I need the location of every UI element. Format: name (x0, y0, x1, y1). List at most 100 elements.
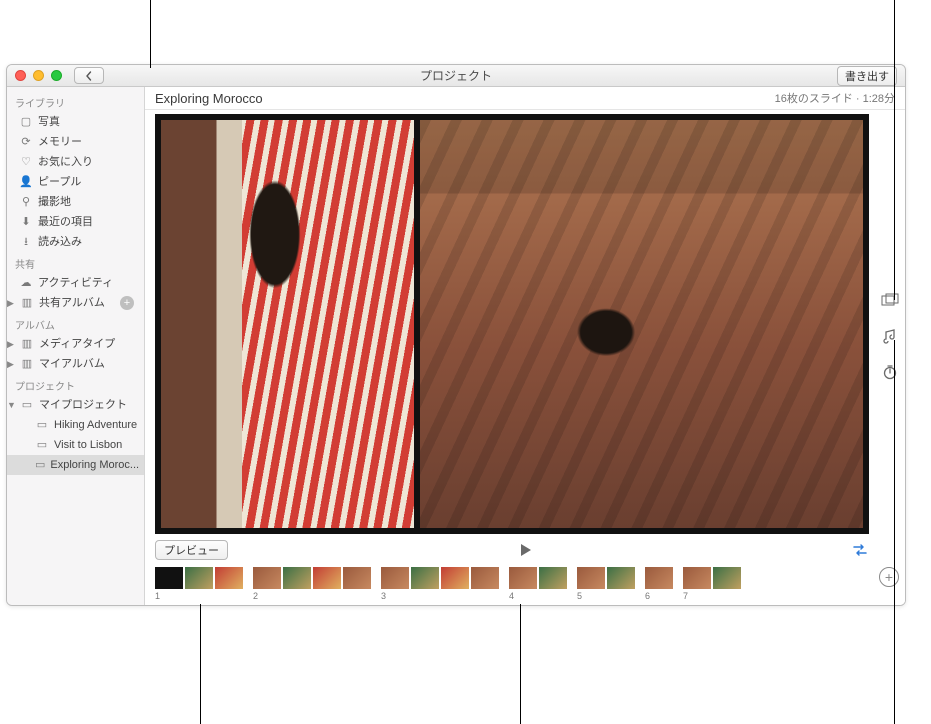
cloud-icon: ☁ (19, 275, 33, 291)
back-button[interactable] (74, 67, 104, 84)
memories-icon: ⟳ (19, 134, 33, 150)
thumbnail[interactable] (343, 567, 371, 589)
import-icon: ⭳ (19, 234, 33, 250)
thumbnail[interactable] (411, 567, 439, 589)
sidebar-item-shared-albums[interactable]: ▶ ▥ 共有アルバム + (7, 293, 144, 313)
sidebar-item-label: 最近の項目 (38, 214, 93, 230)
add-slide-button[interactable]: + (879, 567, 899, 587)
thumbnail-group-number: 5 (577, 591, 635, 601)
thumbnail-group-strip (155, 567, 243, 589)
thumbnail-group[interactable]: 7 (683, 567, 741, 601)
thumbnail-group-number: 3 (381, 591, 499, 601)
thumbnail[interactable] (313, 567, 341, 589)
sidebar-section-albums: アルバム (7, 313, 144, 334)
titlebar: プロジェクト 書き出す (7, 65, 905, 87)
sidebar-project-item[interactable]: ▭Visit to Lisbon (7, 435, 144, 455)
thumbnail[interactable] (577, 567, 605, 589)
thumbnail[interactable] (155, 567, 183, 589)
sidebar: ライブラリ ▢ 写真 ⟳ メモリー ♡お気に入り 👤 ピープル ⚲撮影地 ⬇最近の項目… (7, 87, 145, 605)
play-button[interactable] (517, 542, 533, 558)
chevron-right-icon: ▶ (7, 356, 15, 372)
callout-line (150, 0, 151, 68)
thumbnail[interactable] (381, 567, 409, 589)
sidebar-project-item[interactable]: ▭Exploring Moroc... (7, 455, 144, 475)
sidebar-item-favorites[interactable]: ♡お気に入り (7, 152, 144, 172)
close-window-button[interactable] (15, 70, 26, 81)
thumbnail[interactable] (185, 567, 213, 589)
minimize-window-button[interactable] (33, 70, 44, 81)
music-button[interactable] (881, 327, 899, 345)
thumbnail[interactable] (683, 567, 711, 589)
sidebar-item-label: お気に入り (38, 154, 93, 170)
sidebar-project-item[interactable]: ▭Hiking Adventure (7, 415, 144, 435)
thumbnail[interactable] (713, 567, 741, 589)
folder-icon: ▭ (20, 397, 34, 413)
thumbnail-group[interactable]: 2 (253, 567, 371, 601)
thumbnail-group-strip (253, 567, 371, 589)
window-title: プロジェクト (7, 67, 905, 84)
duration-button[interactable] (881, 363, 899, 381)
callout-line (520, 604, 521, 724)
play-icon (517, 542, 533, 558)
sidebar-item-photos[interactable]: ▢ 写真 (7, 112, 144, 132)
add-shared-album-button[interactable]: + (120, 296, 134, 310)
sidebar-item-recent[interactable]: ⬇最近の項目 (7, 212, 144, 232)
thumbnail-group-strip (577, 567, 635, 589)
thumbnail-group[interactable]: 6 (645, 567, 673, 601)
thumbnail-group-number: 1 (155, 591, 243, 601)
thumbnail-group-strip (683, 567, 741, 589)
theme-button[interactable] (881, 291, 899, 309)
sidebar-item-my-projects[interactable]: ▼ ▭ マイプロジェクト (7, 395, 144, 415)
right-toolbar (875, 111, 905, 605)
sidebar-item-people[interactable]: 👤 ピープル (7, 172, 144, 192)
thumbnail-group-number: 7 (683, 591, 741, 601)
thumbnail[interactable] (645, 567, 673, 589)
slide-photo[interactable] (420, 120, 863, 528)
thumbnail-group[interactable]: 5 (577, 567, 635, 601)
sidebar-item-label: マイプロジェクト (39, 397, 127, 413)
sidebar-item-places[interactable]: ⚲撮影地 (7, 192, 144, 212)
slide-photo[interactable] (161, 120, 414, 528)
sidebar-item-activity[interactable]: ☁ アクティビティ (7, 273, 144, 293)
callout-line (894, 0, 895, 300)
maximize-window-button[interactable] (51, 70, 62, 81)
thumbnail-group-number: 6 (645, 591, 673, 601)
sidebar-item-label: Hiking Adventure (54, 417, 137, 433)
thumbnail-group[interactable]: 1 (155, 567, 243, 601)
thumbnail[interactable] (471, 567, 499, 589)
thumbnail[interactable] (607, 567, 635, 589)
chevron-down-icon: ▼ (7, 397, 15, 413)
slideshow-icon: ▭ (35, 437, 49, 453)
thumbnail[interactable] (539, 567, 567, 589)
preview-button[interactable]: プレビュー (155, 540, 228, 560)
sidebar-item-memories[interactable]: ⟳ メモリー (7, 132, 144, 152)
main-content: Exploring Morocco 16枚のスライド · 1:28分 プレビュー… (145, 87, 905, 605)
people-icon: 👤 (19, 174, 33, 190)
sidebar-item-my-albums[interactable]: ▶▥マイアルバム (7, 354, 144, 374)
thumbnail[interactable] (215, 567, 243, 589)
sidebar-item-media-types[interactable]: ▶▥メディアタイプ (7, 334, 144, 354)
thumbnail[interactable] (509, 567, 537, 589)
sidebar-item-label: メモリー (38, 134, 82, 150)
photos-icon: ▢ (19, 114, 33, 130)
sidebar-item-label: アクティビティ (38, 275, 113, 291)
sidebar-item-label: メディアタイプ (39, 336, 115, 352)
sidebar-section-projects: プロジェクト (7, 374, 144, 395)
sidebar-section-library: ライブラリ (7, 91, 144, 112)
sidebar-item-label: 読み込み (38, 234, 82, 250)
project-header: Exploring Morocco 16枚のスライド · 1:28分 (145, 87, 905, 110)
thumbnail-group-strip (645, 567, 673, 589)
thumbnail[interactable] (283, 567, 311, 589)
export-button[interactable]: 書き出す (837, 66, 897, 86)
sidebar-item-label: ピープル (38, 174, 81, 190)
loop-button[interactable] (851, 543, 869, 557)
thumbnail-group[interactable]: 3 (381, 567, 499, 601)
thumbnail[interactable] (441, 567, 469, 589)
sidebar-item-import[interactable]: ⭳ 読み込み (7, 232, 144, 252)
chevron-right-icon: ▶ (7, 336, 15, 352)
thumbnail[interactable] (253, 567, 281, 589)
sidebar-item-label: マイアルバム (39, 356, 105, 372)
sidebar-item-label: Exploring Moroc... (50, 457, 139, 473)
sidebar-item-label: 写真 (38, 114, 60, 130)
thumbnail-group[interactable]: 4 (509, 567, 567, 601)
